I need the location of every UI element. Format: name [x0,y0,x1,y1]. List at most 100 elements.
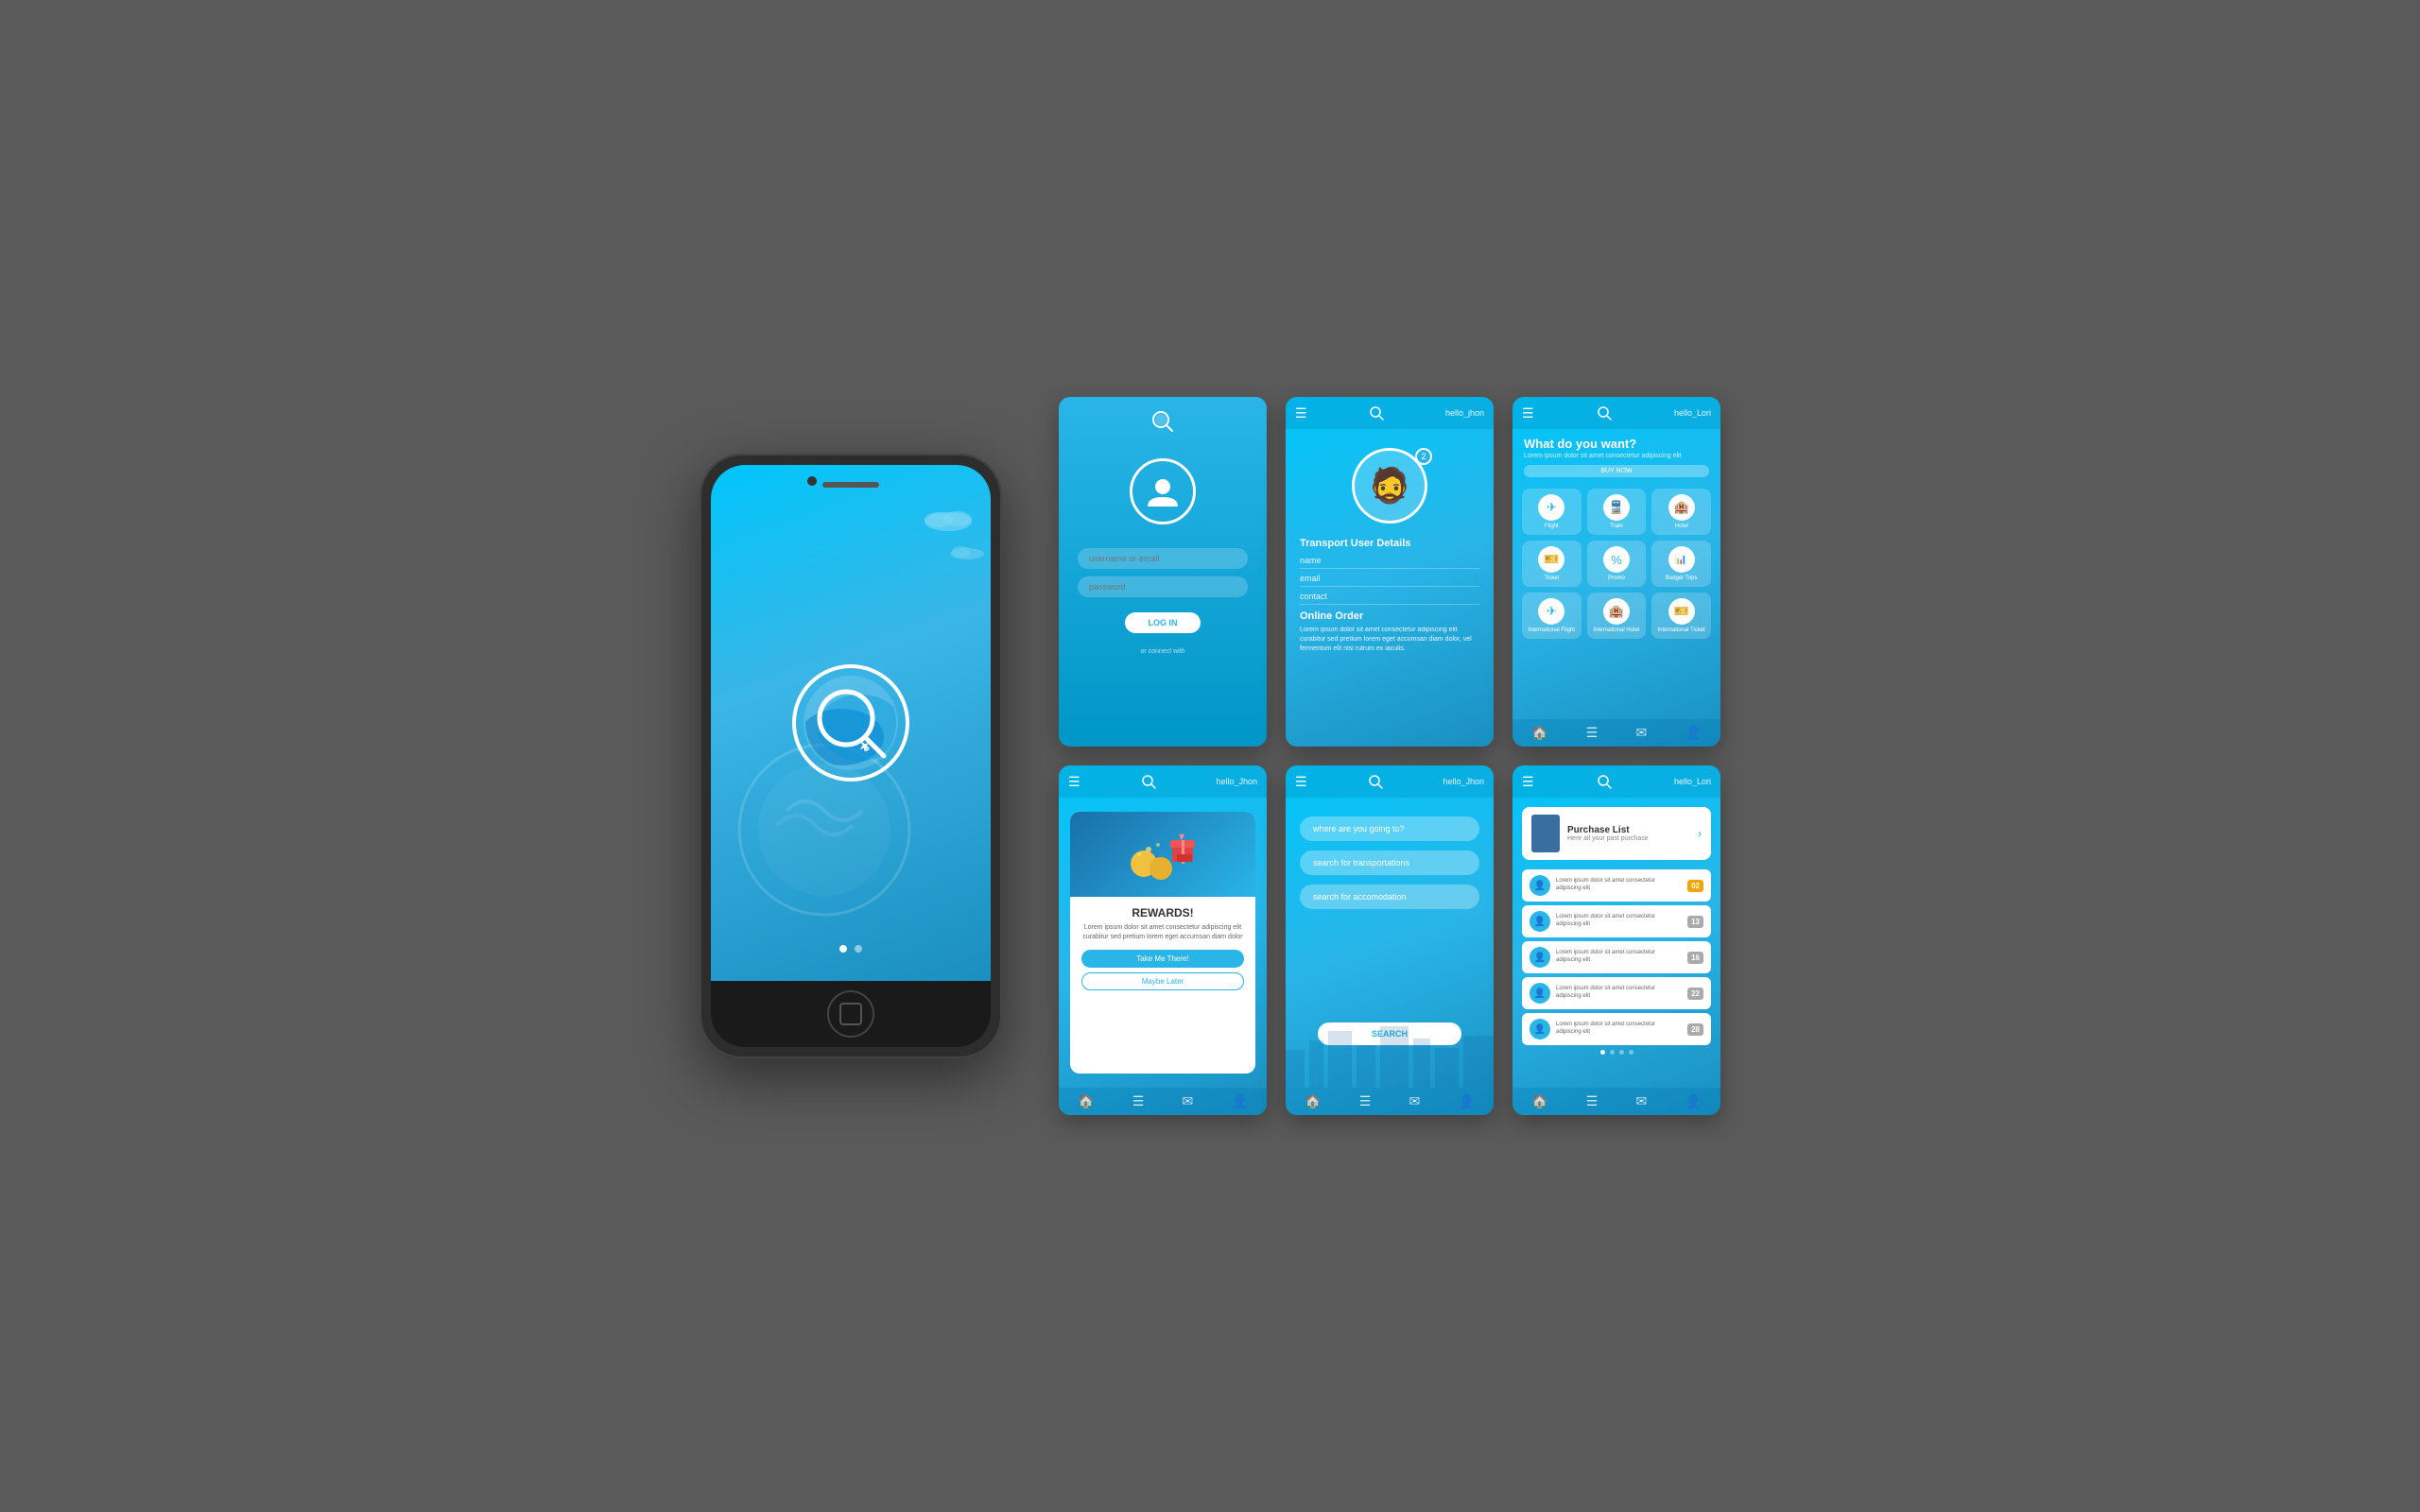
purchase-menu-icon[interactable]: ☰ [1522,774,1534,790]
phone-device [700,454,1002,1058]
dot-2 [855,945,862,953]
icon-intl-ticket[interactable]: 🎫 International Ticket [1651,593,1711,639]
rewards-illustration [1125,821,1201,887]
purchase-search-icon[interactable] [1596,773,1613,790]
rewards-text: Lorem ipsum dolor sit amet consectetur a… [1081,923,1244,942]
budget-label: Budget Trips [1666,576,1698,581]
rewards-title: REWARDS! [1081,906,1244,919]
rewards-nav-home[interactable]: 🏠 [1078,1093,1094,1109]
search-nav-list[interactable]: ☰ [1359,1093,1372,1109]
main-container: LOG IN or connect with ☰ hello_jhon 🧔 2 [643,340,1777,1172]
screen-search: ☰ hello_Jhon [1286,765,1494,1115]
home-icon-grid: ✈ Flight 🚆 Train 🏨 Hotel 🎫 Ticket % [1512,485,1720,643]
profile-contact-field: contact [1300,589,1479,605]
menu-icon[interactable]: ☰ [1295,405,1307,421]
login-button[interactable]: LOG IN [1125,612,1201,633]
icon-train[interactable]: 🚆 Train [1587,489,1647,535]
home-search-icon[interactable] [1596,404,1613,421]
nav-mail-icon[interactable]: ✉ [1636,725,1648,741]
destination-field[interactable]: where are you going to? [1300,816,1479,841]
train-label: Train [1610,524,1622,529]
password-input[interactable] [1078,576,1248,597]
rewards-card: REWARDS! Lorem ipsum dolor sit amet cons… [1070,812,1255,1074]
purchase-item-2[interactable]: 👤 Lorem ipsum dolor sit amet consectetur… [1522,905,1711,937]
purchase-bottom-nav: 🏠 ☰ ✉ 👤 [1512,1088,1720,1115]
nav-list-icon[interactable]: ☰ [1586,725,1599,741]
search-nav-mail[interactable]: ✉ [1409,1093,1421,1109]
nav-user-icon[interactable]: 👤 [1685,725,1701,741]
home-bottom-nav: 🏠 ☰ ✉ 👤 [1512,719,1720,747]
sdot-1 [1600,1050,1605,1055]
home-menu-icon[interactable]: ☰ [1522,405,1534,421]
maybe-later-button[interactable]: Maybe Later [1081,972,1244,990]
purchase-item-5[interactable]: 👤 Lorem ipsum dolor sit amet consectetur… [1522,1013,1711,1045]
purchase-list: 👤 Lorem ipsum dolor sit amet consectetur… [1512,869,1720,1045]
profile-face: 🧔 [1369,466,1411,506]
purchase-item-3-desc: Lorem ipsum dolor sit amet consectetur a… [1556,950,1682,965]
online-order-title: Online Order [1300,610,1479,622]
purchase-item-1-num: 02 [1687,880,1703,892]
profile-email-field: email [1300,571,1479,587]
home-greeting: hello_Lori [1674,408,1711,418]
icon-budget[interactable]: 📊 Budget Trips [1651,541,1711,587]
profile-name-field: name [1300,553,1479,569]
transport-field[interactable]: search for transportations [1300,850,1479,875]
search-icon-header[interactable] [1368,404,1385,421]
icon-intl-hotel[interactable]: 🏨 International Hotel [1587,593,1647,639]
nav-home-icon[interactable]: 🏠 [1531,725,1547,741]
screens-grid: LOG IN or connect with ☰ hello_jhon 🧔 2 [1059,397,1720,1115]
purchase-nav-mail[interactable]: ✉ [1636,1093,1648,1109]
purchase-header-card: Purchase List Here all your past purchas… [1522,807,1711,860]
icon-intl-flight[interactable]: ✈ International Flight [1522,593,1582,639]
cloud-decoration-2 [948,541,986,559]
login-logo [1150,408,1176,435]
buy-now-button[interactable]: BUY NOW [1524,465,1709,477]
rewards-nav-list[interactable]: ☰ [1132,1093,1145,1109]
purchase-item-5-avatar: 👤 [1530,1019,1550,1040]
splash-dots [839,945,862,953]
login-fields: LOG IN or connect with [1059,539,1267,747]
profile-screen-header: ☰ hello_jhon [1286,397,1494,429]
online-order-text: Lorem ipsum dolor sit amet consectetur a… [1300,626,1479,653]
dot-1 [839,945,847,953]
take-me-there-button[interactable]: Take Me There! [1081,950,1244,968]
search-menu-icon[interactable]: ☰ [1295,774,1307,790]
purchase-item-4[interactable]: 👤 Lorem ipsum dolor sit amet consectetur… [1522,977,1711,1009]
search-nav-user[interactable]: 👤 [1458,1093,1474,1109]
purchase-list-subtitle: Here all your past purchase [1567,835,1690,842]
rewards-nav-mail[interactable]: ✉ [1183,1093,1194,1109]
profile-greeting: hello_jhon [1445,408,1484,418]
purchase-item-2-avatar: 👤 [1530,911,1550,932]
promo-icon: % [1603,546,1630,573]
rewards-greeting: hello_Jhon [1216,777,1257,786]
purchase-item-4-avatar: 👤 [1530,983,1550,1004]
purchase-nav-list[interactable]: ☰ [1586,1093,1599,1109]
icon-flight[interactable]: ✈ Flight [1522,489,1582,535]
rewards-content: REWARDS! Lorem ipsum dolor sit amet cons… [1070,897,1255,1000]
search-screen-search-icon[interactable] [1367,773,1384,790]
username-input[interactable] [1078,548,1248,569]
ticket-label: Ticket [1544,576,1559,581]
icon-promo[interactable]: % Promo [1587,541,1647,587]
phone-home-button[interactable] [827,990,874,1038]
accommodation-field[interactable]: search for accomodation [1300,885,1479,909]
icon-ticket[interactable]: 🎫 Ticket [1522,541,1582,587]
purchase-nav-home[interactable]: 🏠 [1531,1093,1547,1109]
search-nav-home[interactable]: 🏠 [1305,1093,1321,1109]
screen-home: ☰ hello_Lori What do you want? Lorem ips… [1512,397,1720,747]
rewards-nav-user[interactable]: 👤 [1231,1093,1247,1109]
purchase-item-1[interactable]: 👤 Lorem ipsum dolor sit amet consectetur… [1522,869,1711,902]
train-icon: 🚆 [1603,494,1630,521]
icon-hotel[interactable]: 🏨 Hotel [1651,489,1711,535]
intl-hotel-label: International Hotel [1594,627,1640,633]
rewards-menu-icon[interactable]: ☰ [1068,774,1080,790]
profile-badge: 2 [1415,448,1432,465]
rewards-screen-header: ☰ hello_Jhon [1059,765,1267,798]
user-icon [1144,472,1182,510]
purchase-item-3-num: 16 [1687,952,1703,964]
purchase-nav-user[interactable]: 👤 [1685,1093,1701,1109]
purchase-arrow-icon[interactable]: › [1698,827,1702,840]
purchase-item-3[interactable]: 👤 Lorem ipsum dolor sit amet consectetur… [1522,941,1711,973]
rewards-search-icon[interactable] [1140,773,1157,790]
purchase-list-title: Purchase List [1567,825,1690,835]
